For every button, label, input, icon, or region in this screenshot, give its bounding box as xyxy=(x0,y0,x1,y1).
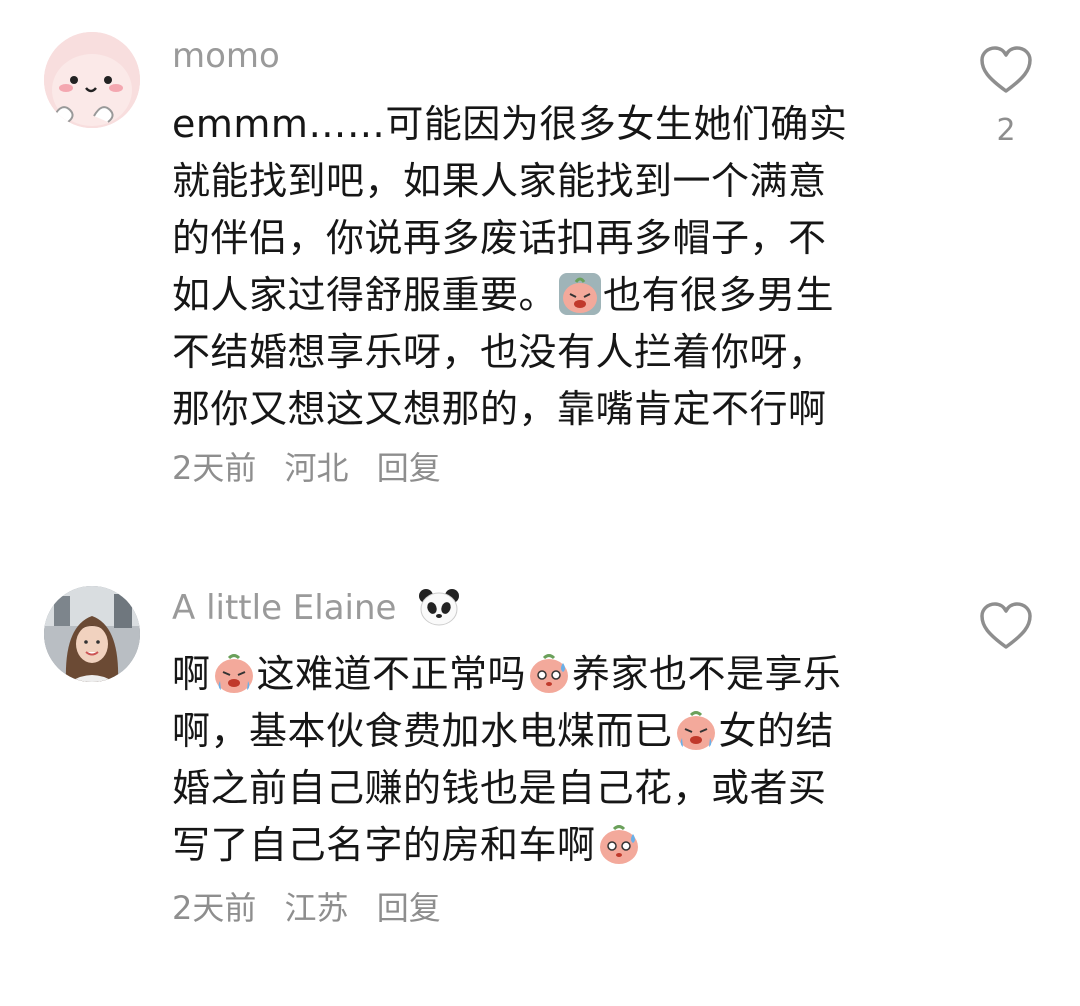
comment-time: 2天前 xyxy=(172,889,257,927)
heart-outline-icon xyxy=(980,46,1032,93)
comment-line: 那你又想这又想那的，靠嘴肯定不行啊 xyxy=(172,387,827,431)
reply-button[interactable]: 回复 xyxy=(377,889,441,927)
comment-line-part: 也有很多男生 xyxy=(603,273,835,317)
comment-line-part: 女的结 xyxy=(718,709,835,753)
username[interactable]: momo xyxy=(172,36,280,76)
sweating-peach-emoji-icon xyxy=(599,825,638,864)
comment-line: 啊，基本伙食费加水电煤而已 女的结 xyxy=(172,703,902,760)
username-text: A little Elaine xyxy=(172,588,397,628)
comment-meta: 2天前 江苏 回复 xyxy=(172,888,459,928)
username[interactable]: A little Elaine xyxy=(172,588,461,628)
comment-meta: 2天前 河北 回复 xyxy=(172,448,459,488)
comment-line: 的伴侣，你说再多废话扣再多帽子，不 xyxy=(172,216,827,260)
comment-line: 就能找到吧，如果人家能找到一个满意 xyxy=(172,159,827,203)
comment-line-part: 啊，基本伙食费加水电煤而已 xyxy=(172,709,673,753)
like-button[interactable]: 2 xyxy=(978,44,1034,148)
like-button[interactable] xyxy=(978,600,1034,656)
reply-button[interactable]: 回复 xyxy=(377,449,441,487)
comment-line-part: 这难道不正常吗 xyxy=(256,652,527,696)
crying-emoji-icon xyxy=(559,273,602,315)
comment-line: emmm……可能因为很多女生她们确实 xyxy=(172,102,848,146)
comment-location: 江苏 xyxy=(284,889,349,927)
heart-outline-icon xyxy=(980,602,1032,649)
comment-line: 不结婚想享乐呀，也没有人拦着你呀， xyxy=(172,330,827,374)
crying-peach-emoji-icon xyxy=(676,711,715,750)
comment-line: 啊 这难道不正常吗 养家也不是享乐 xyxy=(172,646,902,703)
comment-line: 婚之前自己赚的钱也是自己花，或者买 xyxy=(172,766,827,810)
comment-line: 如人家过得舒服重要。 也有很多男生 xyxy=(172,267,902,324)
comment-line-part: 写了自己名字的房和车啊 xyxy=(172,823,596,867)
avatar[interactable] xyxy=(44,586,140,682)
comment-location: 河北 xyxy=(284,449,349,487)
comment-time: 2天前 xyxy=(172,449,257,487)
comment-line-part: 如人家过得舒服重要。 xyxy=(172,273,558,317)
avatar[interactable] xyxy=(44,32,140,128)
comment-line-part: 养家也不是享乐 xyxy=(572,652,842,696)
comment-item: momo emmm……可能因为很多女生她们确实 就能找到吧，如果人家能找到一个满… xyxy=(0,0,1080,520)
comment-item: A little Elaine 啊 这难道不正常吗 养家也不是享乐 啊，基本伙食费加… xyxy=(0,560,1080,1006)
comment-text: 啊 这难道不正常吗 养家也不是享乐 啊，基本伙食费加水电煤而已 女的结 婚之前自己赚的… xyxy=(172,646,902,874)
comment-line: 写了自己名字的房和车啊 xyxy=(172,817,902,874)
comment-text: emmm……可能因为很多女生她们确实 就能找到吧，如果人家能找到一个满意 的伴侣… xyxy=(172,96,902,438)
sweating-peach-emoji-icon xyxy=(530,654,569,693)
like-count: 2 xyxy=(996,113,1016,148)
panda-icon xyxy=(419,588,460,625)
comment-line-part: 啊 xyxy=(172,652,211,696)
crying-peach-emoji-icon xyxy=(214,654,253,693)
